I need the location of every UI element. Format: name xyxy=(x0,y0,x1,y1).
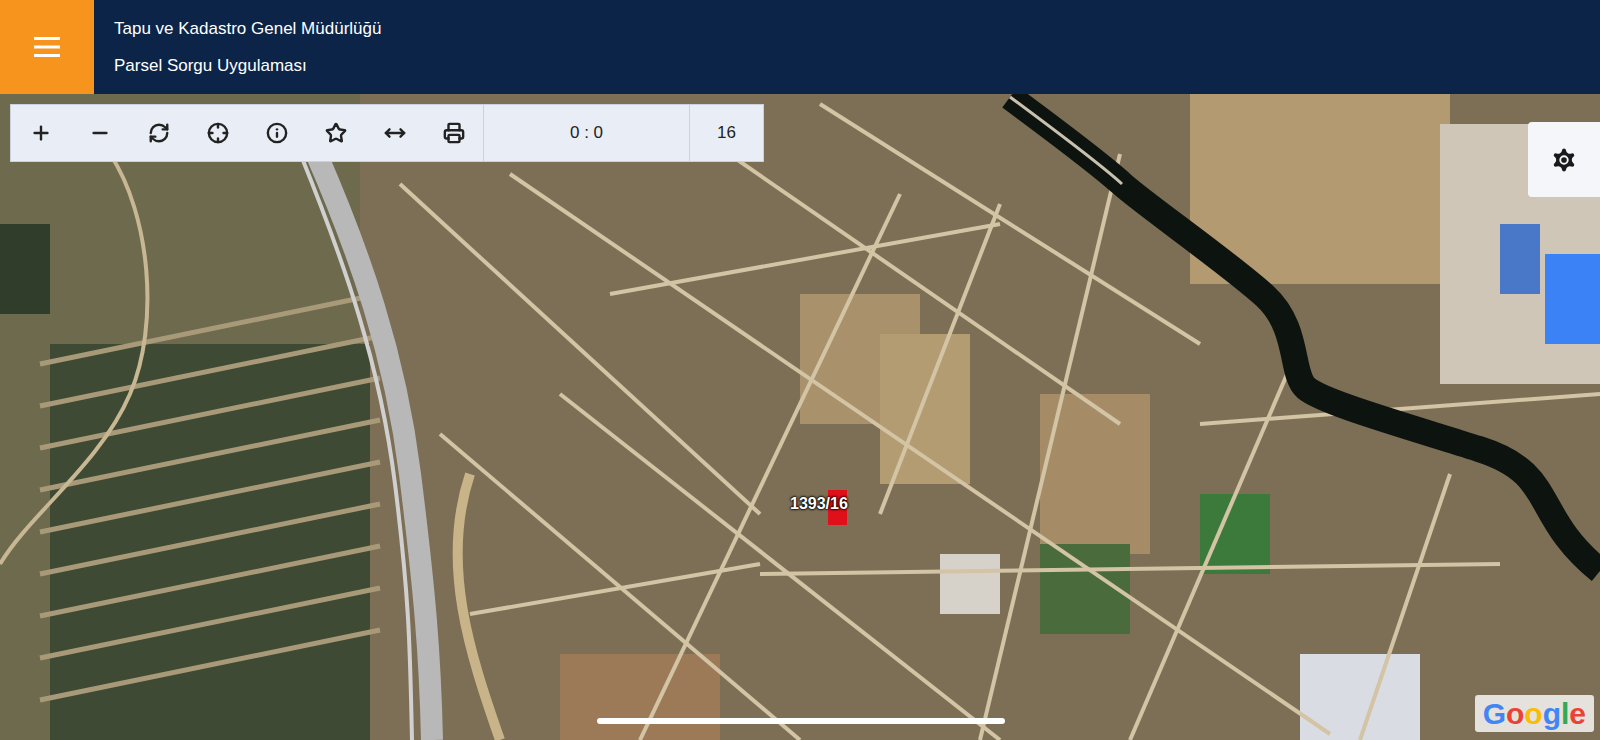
app-header: Tapu ve Kadastro Genel Müdürlüğü Parsel S… xyxy=(0,0,1600,94)
toolbar-button[interactable] xyxy=(129,105,188,161)
measure-icon xyxy=(384,122,406,144)
map-area: 0 : 016 1393/16 Google xyxy=(0,94,1600,740)
home-indicator xyxy=(597,718,1005,724)
zoom-display: 16 xyxy=(689,105,763,161)
header-titles: Tapu ve Kadastro Genel Müdürlüğü Parsel S… xyxy=(94,0,381,94)
scale-display: 0 : 0 xyxy=(483,105,689,161)
toolbar-button[interactable] xyxy=(306,105,365,161)
settings-button[interactable] xyxy=(1528,122,1600,197)
toolbar-button[interactable] xyxy=(70,105,129,161)
menu-button[interactable] xyxy=(0,0,94,94)
toolbar-button[interactable] xyxy=(365,105,424,161)
locate-icon xyxy=(207,122,229,144)
header-subtitle: Parsel Sorgu Uygulaması xyxy=(114,53,381,79)
parcel-query-app: Tapu ve Kadastro Genel Müdürlüğü Parsel S… xyxy=(0,0,1600,740)
favorite-icon xyxy=(325,122,347,144)
toolbar-button[interactable] xyxy=(188,105,247,161)
toolbar-button[interactable] xyxy=(247,105,306,161)
zoom-in-icon xyxy=(30,122,52,144)
refresh-icon xyxy=(148,122,170,144)
print-icon xyxy=(443,122,465,144)
toolbar-button[interactable] xyxy=(424,105,483,161)
satellite-map[interactable] xyxy=(0,94,1600,740)
gear-icon xyxy=(1549,145,1579,175)
header-title: Tapu ve Kadastro Genel Müdürlüğü xyxy=(114,16,381,42)
parcel-label[interactable]: 1393/16 xyxy=(790,492,848,516)
zoom-out-icon xyxy=(89,122,111,144)
map-toolbar: 0 : 016 xyxy=(10,104,764,162)
google-attribution: Google xyxy=(1475,695,1594,732)
toolbar-button[interactable] xyxy=(11,105,70,161)
hamburger-icon xyxy=(34,36,60,58)
info-icon xyxy=(266,122,288,144)
